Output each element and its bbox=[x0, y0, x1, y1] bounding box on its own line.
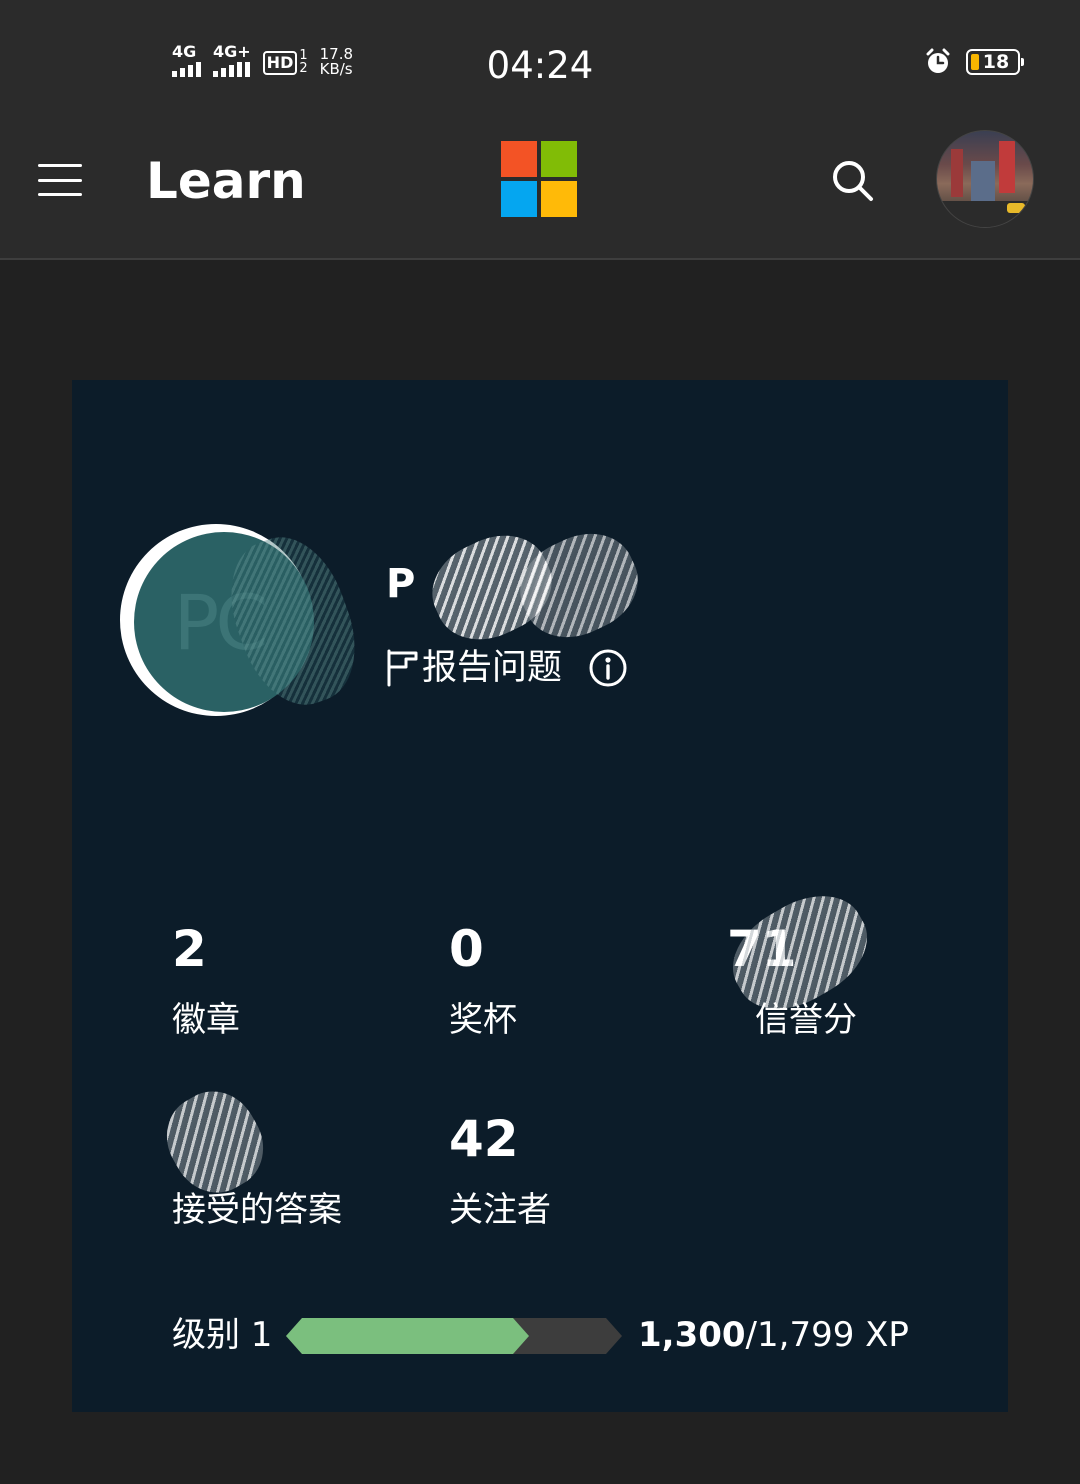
redaction-scribble bbox=[505, 517, 653, 654]
stat-label: 关注者 bbox=[449, 1190, 551, 1230]
stat-value: 2 bbox=[172, 920, 207, 978]
report-issue-link[interactable]: 报告问题 bbox=[386, 646, 628, 690]
stat-badges[interactable]: 2 徽章 bbox=[172, 920, 240, 1042]
microsoft-logo[interactable] bbox=[501, 141, 577, 217]
stat-followers[interactable]: 42 关注者 bbox=[449, 1110, 551, 1232]
battery-icon: 18 bbox=[966, 49, 1024, 75]
logo-green-square bbox=[541, 141, 577, 177]
status-bar: 4G 4G+ HD 1 2 17.8 KB/s 04:24 18 bbox=[0, 0, 1080, 125]
profile-card: PC P 报告问题 2 徽章 0 奖杯 71 信誉分 接受的答案 42 bbox=[72, 380, 1008, 1412]
logo-yellow-square bbox=[541, 181, 577, 217]
logo-red-square bbox=[501, 141, 537, 177]
stat-value: 42 bbox=[449, 1110, 519, 1168]
stat-value: 0 bbox=[449, 920, 484, 978]
xp-total: /1,799 XP bbox=[745, 1315, 909, 1355]
status-right: 18 bbox=[924, 48, 1024, 76]
battery-level: 18 bbox=[982, 51, 1010, 73]
report-issue-label: 报告问题 bbox=[422, 648, 563, 688]
stat-label: 奖杯 bbox=[449, 1000, 517, 1040]
stat-label: 徽章 bbox=[172, 1000, 240, 1040]
stat-trophies[interactable]: 0 奖杯 bbox=[449, 920, 517, 1042]
profile-avatar: PC bbox=[120, 522, 374, 720]
account-avatar[interactable] bbox=[936, 130, 1034, 228]
alarm-icon bbox=[926, 48, 950, 73]
search-icon[interactable] bbox=[830, 158, 874, 202]
level-progress: 级别 1 1,300/1,799 XP bbox=[172, 1312, 972, 1358]
app-title[interactable]: Learn bbox=[146, 151, 306, 211]
xp-progress-fill bbox=[286, 1318, 529, 1354]
menu-icon[interactable] bbox=[38, 163, 82, 197]
stat-label: 接受的答案 bbox=[172, 1190, 342, 1230]
logo-blue-square bbox=[501, 181, 537, 217]
xp-text: 1,300/1,799 XP bbox=[638, 1312, 909, 1358]
xp-current: 1,300 bbox=[638, 1315, 746, 1355]
level-label: 级别 1 bbox=[172, 1315, 273, 1355]
profile-name: P bbox=[386, 561, 416, 607]
status-time: 04:24 bbox=[486, 44, 594, 87]
flag-icon bbox=[387, 649, 418, 687]
info-icon[interactable] bbox=[588, 648, 628, 688]
app-header: Learn bbox=[0, 125, 1080, 260]
